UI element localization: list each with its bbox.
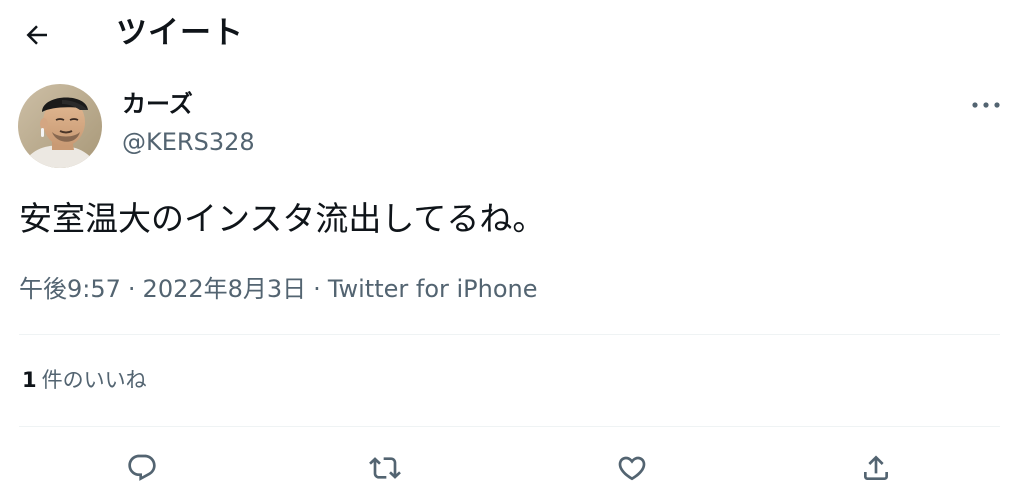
reply-button[interactable] (122, 448, 162, 488)
author-display-name[interactable]: カーズ (122, 88, 193, 120)
tweet-detail-page: ツイート カーズ @KERS328 安室温大のインスタ流出してるね。 午後9:5… (0, 0, 1024, 500)
back-button[interactable] (18, 16, 56, 54)
meta-separator: · (313, 275, 321, 303)
tweet-date[interactable]: 2022年8月3日 (143, 275, 307, 303)
retweet-button[interactable] (365, 448, 405, 488)
likes-count: 1 (22, 368, 37, 392)
like-button[interactable] (612, 448, 652, 488)
share-icon (864, 455, 888, 480)
likes-label: 件のいいね (41, 368, 147, 392)
more-horizontal-icon (972, 102, 1000, 108)
share-button[interactable] (856, 448, 896, 488)
tweet-text: 安室温大のインスタ流出してるね。 (19, 199, 546, 238)
likes-stat[interactable]: 1 件のいいね (22, 365, 147, 395)
top-bar: ツイート (0, 0, 1024, 70)
avatar[interactable] (18, 84, 102, 168)
reply-icon (128, 454, 156, 481)
tweet-metadata: 午後9:57 · 2022年8月3日 · Twitter for iPhone (19, 273, 538, 305)
divider (19, 334, 1000, 335)
user-avatar-photo (18, 84, 102, 168)
meta-separator: · (127, 275, 136, 303)
more-options-button[interactable] (966, 90, 1006, 120)
tweet-time[interactable]: 午後9:57 (19, 275, 121, 303)
arrow-left-icon (26, 25, 47, 45)
tweet-source[interactable]: Twitter for iPhone (328, 275, 538, 303)
author-username[interactable]: @KERS328 (122, 126, 255, 158)
divider (19, 426, 1000, 427)
retweet-icon (369, 457, 401, 479)
heart-icon (618, 456, 646, 481)
page-title: ツイート (116, 15, 244, 51)
